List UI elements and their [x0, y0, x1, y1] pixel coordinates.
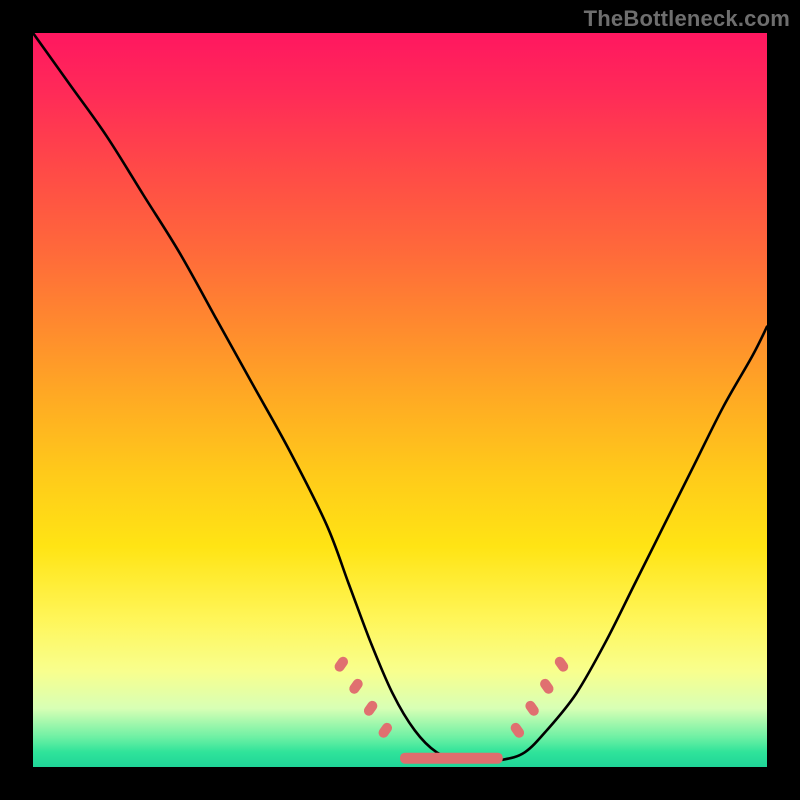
curve-marker — [347, 677, 364, 696]
curve-marker — [538, 677, 555, 696]
curve-marker — [509, 721, 526, 740]
bottleneck-curve — [33, 33, 767, 760]
bottleneck-curve-svg — [33, 33, 767, 767]
curve-marker — [377, 721, 394, 740]
curve-marker — [523, 699, 540, 718]
curve-flat-segment — [400, 753, 503, 764]
curve-markers-left — [333, 655, 394, 740]
watermark-text: TheBottleneck.com — [584, 6, 790, 32]
curve-markers-right — [509, 655, 570, 740]
curve-marker — [553, 655, 570, 674]
plot-area — [33, 33, 767, 767]
chart-frame: TheBottleneck.com — [0, 0, 800, 800]
curve-marker — [333, 655, 350, 674]
curve-marker — [362, 699, 379, 718]
